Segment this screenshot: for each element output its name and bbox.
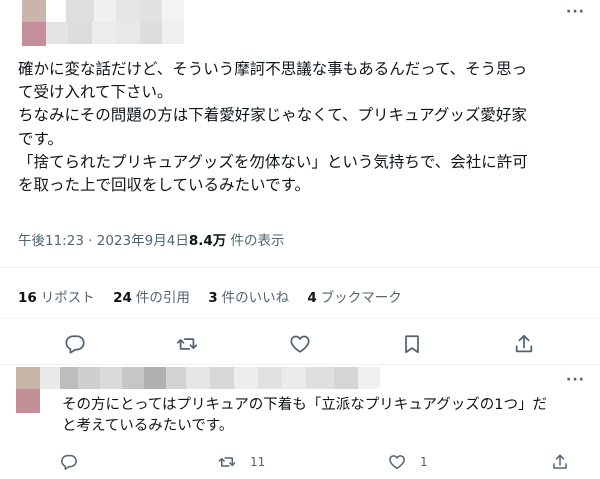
- divider: [0, 267, 600, 268]
- tweet-stats: 16 リポスト 24 件の引用 3 件のいいね 4 ブックマーク: [18, 286, 416, 306]
- stat-quotes[interactable]: 24 件の引用: [113, 286, 190, 306]
- tweet-body-line: 「捨てられたプリキュアグッズを勿体ない」という気持ちで、会社に許可: [18, 152, 528, 171]
- reply-icon: [60, 453, 78, 471]
- more-horizontal-icon[interactable]: ···: [566, 4, 585, 20]
- tweet-body-line: 確かに変な話だけど、そういう摩訶不思議な事もあるんだって、そう思っ: [18, 60, 528, 78]
- reply-icon[interactable]: [64, 333, 86, 355]
- reply-author-pixelated[interactable]: [40, 367, 385, 389]
- reply-share-button[interactable]: [551, 453, 569, 471]
- like-icon: [388, 453, 406, 471]
- view-count[interactable]: 8.4万: [189, 233, 226, 249]
- divider: [0, 364, 600, 365]
- reply-retweet-button[interactable]: 11: [218, 453, 265, 471]
- more-horizontal-icon[interactable]: ···: [566, 372, 585, 388]
- tweet-body-line: ちなみにその問題の方は下着愛好家じゃなくて、プリキュアグッズ愛好家: [18, 106, 527, 125]
- reply-body-line: その方にとってはプリキュアの下着も「立派なプリキュアグッズの1つ」だ: [62, 397, 547, 413]
- author-avatar[interactable]: [22, 0, 46, 46]
- reply-body-line: と考えているみたいです。: [62, 418, 234, 434]
- tweet-body-line: を取った上で回収をしているみたいです。: [18, 176, 311, 195]
- stat-bookmarks[interactable]: 4 ブックマーク: [307, 286, 401, 306]
- tweet-timestamp[interactable]: 午後11:23 · 2023年9月4日: [18, 233, 189, 249]
- share-icon[interactable]: [513, 333, 535, 355]
- tweet-body-line: て受け入れて下さい。: [18, 83, 173, 102]
- retweet-icon[interactable]: [176, 333, 198, 355]
- retweet-icon: [218, 453, 236, 471]
- reply-body: その方にとってはプリキュアの下着も「立派なプリキュアグッズの1つ」だ と考えてい…: [62, 395, 592, 437]
- share-icon: [551, 453, 569, 471]
- tweet-body: 確かに変な話だけど、そういう摩訶不思議な事もあるんだって、そう思っ て受け入れて…: [18, 58, 588, 197]
- reply-like-button[interactable]: 1: [388, 453, 428, 471]
- bookmark-icon[interactable]: [401, 333, 423, 355]
- author-name-pixelated[interactable]: [46, 0, 196, 44]
- reply-reply-button[interactable]: [60, 453, 78, 471]
- like-count: 1: [420, 455, 428, 469]
- reply-avatar[interactable]: [16, 367, 40, 413]
- retweet-count: 11: [250, 455, 266, 469]
- divider: [0, 318, 600, 319]
- like-icon[interactable]: [289, 333, 311, 355]
- tweet-body-line: です。: [18, 129, 63, 148]
- tweet-meta: 午後11:23 · 2023年9月4日8.4万 件の表示: [18, 229, 285, 249]
- view-label: 件の表示: [226, 233, 285, 249]
- stat-reposts[interactable]: 16 リポスト: [18, 286, 95, 306]
- stat-likes[interactable]: 3 件のいいね: [208, 286, 289, 306]
